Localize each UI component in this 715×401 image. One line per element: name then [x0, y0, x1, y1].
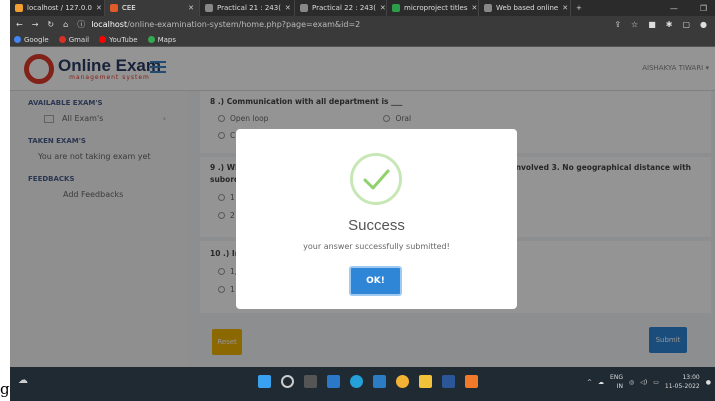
date: 11-05-2022 — [664, 383, 700, 390]
bookmark-gmail[interactable]: Gmail — [58, 35, 90, 44]
dialog-title: Success — [348, 217, 405, 234]
bookmarks-bar: Google Gmail YouTube Maps — [10, 33, 715, 47]
info-icon[interactable]: ⓘ — [77, 19, 85, 30]
globe-icon — [205, 4, 213, 12]
cloud-icon[interactable]: ☁ — [598, 379, 604, 386]
region: IN — [616, 383, 623, 390]
bookmark-maps[interactable]: Maps — [147, 35, 177, 44]
word-icon[interactable] — [442, 375, 455, 388]
language-indicator[interactable]: ENG IN — [610, 373, 623, 391]
store-icon[interactable] — [373, 375, 386, 388]
reload-icon[interactable]: ↻ — [47, 20, 54, 29]
address-bar: ← → ↻ ⌂ ⓘ localhost/online-examination-s… — [10, 16, 715, 33]
minimize-icon[interactable]: — — [670, 4, 678, 13]
youtube-icon — [99, 36, 107, 43]
home-icon[interactable]: ⌂ — [63, 20, 68, 29]
start-icon[interactable] — [258, 375, 271, 388]
url-host: localhost — [91, 20, 128, 29]
tab-label: Practical 22 : 243( — [312, 4, 376, 12]
extension-icon[interactable]: ■ — [648, 20, 656, 29]
gmail-icon — [58, 36, 66, 43]
dialog-message: your answer successfully submitted! — [303, 242, 450, 251]
success-dialog: Success your answer successfully submitt… — [236, 129, 517, 309]
puzzle-icon[interactable]: ✱ — [666, 20, 673, 29]
close-icon[interactable]: ✕ — [184, 4, 194, 12]
close-icon[interactable]: ✕ — [376, 4, 386, 12]
volume-icon[interactable]: ◁) — [640, 379, 647, 386]
browser-tab-microproject[interactable]: microproject titles ✕ — [387, 0, 479, 16]
browser-tab-practical-22[interactable]: Practical 22 : 243(✕ — [295, 0, 387, 16]
system-tray: ^ ☁ ENG IN ◎ ◁) ▭ 13:00 11-05-2022 ● — [587, 373, 711, 391]
bookmark-google[interactable]: Google — [14, 36, 49, 44]
close-icon[interactable]: ✕ — [467, 4, 477, 12]
close-icon[interactable]: ✕ — [281, 4, 291, 12]
battery-icon[interactable]: ▭ — [653, 379, 659, 386]
ok-button[interactable]: OK! — [349, 266, 402, 296]
google-icon — [14, 36, 21, 43]
browser-tab-cee[interactable]: CEE ✕ — [105, 0, 200, 16]
close-icon[interactable]: ✕ — [92, 4, 102, 12]
bookmark-label: Gmail — [68, 35, 90, 44]
window-controls: — ❐ — [670, 4, 715, 13]
task-view-icon[interactable] — [304, 375, 317, 388]
checkmark-icon — [350, 153, 402, 205]
new-tab-button[interactable]: + — [571, 0, 587, 16]
lang: ENG — [610, 374, 623, 381]
tab-label: microproject titles — [404, 4, 468, 12]
checkmark-svg — [363, 169, 390, 190]
edge-icon[interactable] — [350, 375, 363, 388]
weather-icon[interactable]: ☁ — [18, 375, 28, 386]
taskbar-apps — [258, 375, 478, 388]
forward-icon[interactable]: → — [32, 20, 39, 29]
xampp-icon[interactable] — [465, 375, 478, 388]
tab-label: CEE — [122, 4, 136, 12]
time: 13:00 — [682, 374, 700, 381]
globe-icon — [484, 4, 492, 12]
bookmark-label: YouTube — [109, 35, 138, 44]
clock[interactable]: 13:00 11-05-2022 — [665, 373, 700, 391]
bookmark-label: Google — [24, 35, 49, 44]
notification-icon[interactable]: ● — [706, 379, 711, 386]
sheets-icon — [392, 4, 400, 12]
star-icon[interactable]: ☆ — [631, 20, 638, 29]
bookmark-youtube[interactable]: YouTube — [99, 35, 138, 44]
mail-icon[interactable] — [327, 375, 340, 388]
profile-icon[interactable]: ● — [700, 20, 707, 29]
url-field[interactable]: localhost/online-examination-system/home… — [91, 20, 360, 29]
share-icon[interactable]: ⇪ — [614, 20, 621, 29]
search-icon[interactable] — [281, 375, 294, 388]
maps-icon — [147, 36, 155, 43]
tab-label: Practical 21 : 243( — [217, 4, 281, 12]
maximize-icon[interactable]: ❐ — [700, 4, 707, 13]
url-path: /online-examination-system/home.php?page… — [127, 20, 361, 29]
globe-icon — [300, 4, 308, 12]
toolbar-actions: ⇪ ☆ ■ ✱ ▢ ● — [614, 20, 715, 29]
browser-tab-bar: localhost / 127.0.0 ✕ CEE ✕ Practical 21 :… — [10, 0, 715, 16]
browser-tab-practical-21[interactable]: Practical 21 : 243(✕ — [200, 0, 295, 16]
bookmark-label: Maps — [157, 35, 177, 44]
browser-tab-phpmyadmin[interactable]: localhost / 127.0.0 ✕ — [10, 0, 105, 16]
browser-tab-web-based[interactable]: Web based online ✕ — [479, 0, 571, 16]
sidebar-icon[interactable]: ▢ — [682, 20, 690, 29]
wifi-icon[interactable]: ◎ — [629, 379, 634, 386]
file-explorer-icon[interactable] — [419, 375, 432, 388]
tab-label: localhost / 127.0.0 — [27, 4, 92, 12]
chrome-icon[interactable] — [396, 375, 409, 388]
screen: localhost / 127.0.0 ✕ CEE ✕ Practical 21 :… — [10, 0, 715, 401]
close-icon[interactable]: ✕ — [558, 4, 568, 12]
tab-label: Web based online — [496, 4, 559, 12]
site-icon — [110, 4, 118, 12]
chevron-up-icon[interactable]: ^ — [587, 379, 592, 386]
back-icon[interactable]: ← — [16, 20, 23, 29]
windows-taskbar: ☁ ^ ☁ ENG IN ◎ ◁) ▭ 13:00 11-05-2022 ● — [10, 367, 715, 401]
phpmyadmin-icon — [15, 4, 23, 12]
